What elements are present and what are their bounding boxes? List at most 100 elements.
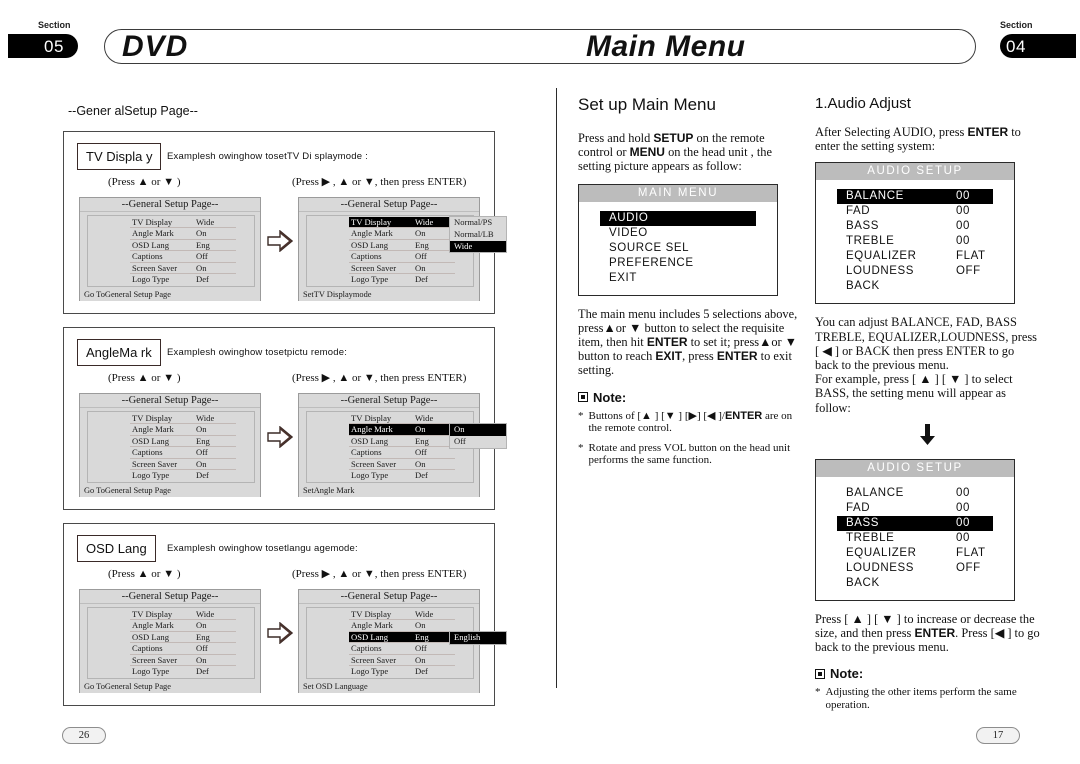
osd-row[interactable]: Screen Saver On	[349, 263, 455, 274]
example-tag: AngleMa rk	[77, 339, 161, 366]
osd-row[interactable]: TV Display Wide	[130, 217, 236, 229]
main-menu-item[interactable]: EXIT	[579, 271, 777, 286]
press-right-enter-hint: (Press ▶ , ▲ or ▼, then press ENTER)	[292, 568, 467, 580]
osd-footer-text: Set OSD Language	[303, 682, 368, 691]
osd-row[interactable]: TV Display Wide	[349, 217, 455, 229]
osd-option[interactable]: Normal/PS	[450, 217, 506, 229]
osd-row[interactable]: Screen Saver On	[130, 263, 236, 274]
middle-intro-paragraph: Press and hold SETUP on the remote contr…	[578, 131, 800, 174]
audio-setup-item-label: BALANCE	[846, 190, 904, 203]
osd-row-value: On	[415, 620, 426, 631]
audio-setup-item[interactable]: LOUDNESS OFF	[816, 561, 1014, 576]
main-menu-item-label: PREFERENCE	[609, 256, 694, 269]
example-tag: TV Displa y	[77, 143, 162, 170]
osd-row[interactable]: OSD Lang Eng	[349, 631, 455, 644]
osd-option-popup[interactable]: On Off	[449, 423, 507, 449]
osd-row[interactable]: OSD Lang Eng	[130, 436, 236, 448]
osd-title: --General Setup Page--	[80, 590, 260, 604]
audio-setup-item[interactable]: BACK	[816, 279, 1014, 294]
example-description: Examplesh owinghow tosetTV Di splaymode …	[167, 151, 368, 162]
audio-setup-item[interactable]: BACK	[816, 576, 1014, 591]
audio-setup-item[interactable]: EQUALIZER FLAT	[816, 249, 1014, 264]
main-menu-item[interactable]: AUDIO	[600, 210, 756, 226]
audio-setup-item[interactable]: BALANCE 00	[837, 189, 993, 205]
audio-setup-item[interactable]: FAD 00	[816, 204, 1014, 219]
osd-row[interactable]: Logo Type Def	[130, 470, 236, 481]
osd-row[interactable]: Screen Saver On	[130, 459, 236, 470]
osd-option[interactable]: Off	[450, 436, 506, 448]
osd-row[interactable]: TV Display Wide	[349, 413, 455, 425]
osd-row[interactable]: Angle Mark On	[130, 620, 236, 632]
osd-row[interactable]: TV Display Wide	[349, 609, 455, 621]
audio-setup-item[interactable]: BASS 00	[816, 219, 1014, 234]
main-menu-screen: MAIN MENU AUDIO VIDEO SOURCE SEL PREFERENCE…	[578, 183, 778, 296]
audio-setup-item[interactable]: EQUALIZER FLAT	[816, 546, 1014, 561]
osd-row[interactable]: Logo Type Def	[130, 666, 236, 677]
main-menu-item[interactable]: SOURCE SEL	[579, 241, 777, 256]
osd-row[interactable]: Captions Off	[349, 447, 455, 459]
osd-before: --General Setup Page-- TV Display Wide Angl…	[79, 197, 261, 301]
audio-setup-item-value: FLAT	[956, 546, 986, 559]
osd-title: --General Setup Page--	[299, 198, 479, 212]
osd-option[interactable]: On	[450, 424, 506, 437]
osd-row-key: Captions	[351, 643, 382, 654]
osd-row[interactable]: Angle Mark On	[130, 228, 236, 240]
osd-row[interactable]: Angle Mark On	[349, 620, 455, 632]
osd-row[interactable]: Logo Type Def	[130, 274, 236, 285]
osd-option[interactable]: Normal/LB	[450, 229, 506, 241]
osd-row[interactable]: Captions Off	[349, 643, 455, 655]
right-arrow-icon	[267, 621, 294, 645]
main-menu-item[interactable]: PREFERENCE	[579, 256, 777, 271]
section-badge-left	[8, 34, 78, 58]
header-title-dvd: DVD	[122, 30, 189, 63]
osd-row[interactable]: OSD Lang Eng	[349, 436, 455, 448]
osd-row[interactable]: OSD Lang Eng	[349, 240, 455, 252]
note-2-text: Rotate and press VOL button on the head …	[588, 441, 791, 467]
osd-row-key: Angle Mark	[132, 228, 174, 239]
body-text-3: , press	[682, 349, 717, 364]
note-label: Note:	[593, 389, 627, 405]
osd-option-popup[interactable]: English	[449, 630, 507, 645]
osd-row[interactable]: Captions Off	[130, 643, 236, 655]
osd-row[interactable]: Angle Mark On	[130, 424, 236, 436]
osd-row[interactable]: Captions Off	[130, 447, 236, 459]
osd-row[interactable]: Captions Off	[130, 251, 236, 263]
osd-row[interactable]: OSD Lang Eng	[130, 632, 236, 644]
osd-row[interactable]: TV Display Wide	[130, 609, 236, 621]
example-panel: AngleMa rk Examplesh owinghow tosetpictu …	[63, 327, 507, 510]
osd-row[interactable]: Screen Saver On	[130, 655, 236, 666]
osd-row[interactable]: Logo Type Def	[349, 470, 455, 481]
osd-row-key: TV Display	[132, 413, 173, 423]
osd-option[interactable]: Wide	[450, 240, 506, 253]
audio-setup-item[interactable]: BASS 00	[837, 515, 993, 531]
osd-row[interactable]: TV Display Wide	[130, 413, 236, 425]
osd-option[interactable]: English	[450, 631, 506, 644]
osd-row-value: On	[196, 424, 207, 435]
audio-setup-item[interactable]: BALANCE 00	[816, 486, 1014, 501]
audio-setup-item[interactable]: TREBLE 00	[816, 234, 1014, 249]
middle-column: Set up Main Menu Press and hold SETUP on…	[578, 95, 800, 474]
osd-row[interactable]: Logo Type Def	[349, 666, 455, 677]
general-setup-caption: --Gener alSetup Page--	[68, 104, 198, 118]
osd-row[interactable]: Logo Type Def	[349, 274, 455, 285]
audio-setup-item-value: 00	[956, 531, 970, 544]
audio-setup-item[interactable]: TREBLE 00	[816, 531, 1014, 546]
osd-row[interactable]: Angle Mark On	[349, 228, 455, 240]
osd-row-value: Off	[196, 643, 208, 654]
right-note-header: Note:	[815, 666, 1040, 681]
note-bullet-icon-2: *	[578, 441, 584, 454]
main-menu-item[interactable]: VIDEO	[579, 226, 777, 241]
press-right-enter-hint: (Press ▶ , ▲ or ▼, then press ENTER)	[292, 176, 467, 188]
exit-key-label: EXIT	[655, 349, 683, 364]
audio-setup-item[interactable]: LOUDNESS OFF	[816, 264, 1014, 279]
osd-row[interactable]: Screen Saver On	[349, 655, 455, 666]
osd-row[interactable]: Screen Saver On	[349, 459, 455, 470]
example-panel: OSD Lang Examplesh owinghow tosetlangu ag…	[63, 523, 507, 706]
audio-setup-item[interactable]: FAD 00	[816, 501, 1014, 516]
section-word-right: Section	[1000, 20, 1033, 30]
osd-row-value: Eng	[196, 239, 210, 250]
osd-option-popup[interactable]: Normal/PS Normal/LB Wide	[449, 216, 507, 254]
osd-row[interactable]: OSD Lang Eng	[130, 239, 236, 252]
osd-row[interactable]: Captions Off	[349, 251, 455, 263]
osd-row[interactable]: Angle Mark On	[349, 424, 455, 436]
